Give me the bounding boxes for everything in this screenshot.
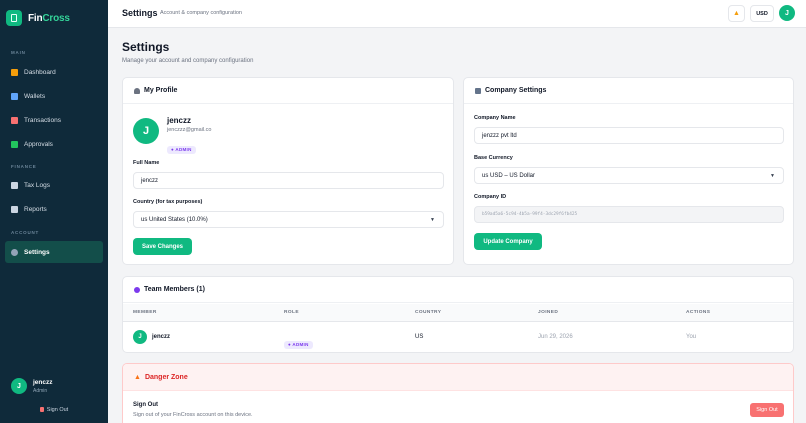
door-icon	[39, 407, 44, 412]
topbar: Settings Account & company configuration…	[108, 0, 806, 28]
company-name-value: jenzzz pvt ltd	[482, 132, 517, 139]
sidebar-item-tax-logs[interactable]: Tax Logs	[5, 174, 103, 196]
column-country: COUNTRY	[415, 310, 442, 315]
warning-icon: ▲	[134, 373, 141, 381]
company-card-header: Company Settings	[464, 78, 793, 104]
sidebar-item-label: Tax Logs	[24, 181, 51, 189]
clipboard-icon	[11, 181, 18, 189]
profile-name: jenczz	[167, 116, 192, 125]
full-name-value: jenczz	[141, 177, 159, 184]
sidebar-item-label: Settings	[24, 248, 50, 256]
profile-card-header: My Profile	[123, 78, 453, 104]
role-badge: ● ADMIN	[284, 340, 313, 349]
member-actions: You	[686, 334, 697, 340]
full-name-input[interactable]: jenczz	[133, 172, 444, 189]
header-subtitle: Account & company configuration	[160, 10, 242, 16]
update-company-button[interactable]: Update Company	[474, 233, 542, 250]
sidebar-item-label: Approvals	[24, 140, 53, 148]
dashboard-icon	[11, 68, 18, 76]
column-actions: ACTIONS	[686, 310, 711, 315]
sidebar-item-label: Transactions	[24, 116, 61, 124]
profile-heading: My Profile	[144, 87, 178, 94]
danger-heading: Danger Zone	[144, 373, 188, 381]
base-currency-select[interactable]: us USD – US Dollar ▼	[474, 167, 784, 184]
sidebar-item-reports[interactable]: Reports	[5, 198, 103, 220]
country-value: us United States (10.0%)	[141, 216, 208, 223]
sidebar-item-label: Wallets	[24, 92, 46, 100]
avatar: J	[11, 378, 27, 394]
sidebar-item-label: Reports	[24, 205, 47, 213]
sign-out-description: Sign out of your FinCross account on thi…	[133, 412, 253, 418]
chevron-down-icon: ▼	[770, 173, 775, 179]
team-card-header: Team Members (1)	[123, 277, 793, 303]
page-title: Settings	[122, 40, 170, 54]
company-id-label: Company ID	[474, 194, 507, 200]
company-card: Company Settings Company Name jenzzz pvt…	[463, 77, 794, 265]
gear-icon	[11, 248, 18, 256]
sidebar-item-label: Dashboard	[24, 68, 56, 76]
profile-card: My Profile J jenczz jenczzz@gmail.co ● A…	[122, 77, 454, 265]
team-heading: Team Members (1)	[144, 286, 205, 293]
sidebar-item-approvals[interactable]: Approvals	[5, 133, 103, 155]
country-select[interactable]: us United States (10.0%) ▼	[133, 211, 444, 228]
sidebar-user-role: Admin	[33, 387, 48, 394]
company-id-value: b59ad5a6-5c94-4b5a-99f4-3dc29f6fb425	[482, 212, 578, 217]
profile-email: jenczzz@gmail.co	[167, 127, 212, 133]
section-label-account: ACCOUNT	[11, 230, 40, 235]
sidebar-sign-out-button[interactable]: Sign Out	[0, 407, 108, 413]
company-name-input[interactable]: jenzzz pvt ltd	[474, 127, 784, 144]
chevron-down-icon: ▼	[430, 217, 435, 223]
page-subtitle: Manage your account and company configur…	[122, 58, 254, 64]
section-label-main: MAIN	[11, 50, 26, 55]
company-heading: Company Settings	[485, 87, 547, 94]
save-changes-button[interactable]: Save Changes	[133, 238, 192, 255]
column-joined: JOINED	[538, 310, 559, 315]
danger-zone-header: ▲ Danger Zone	[123, 364, 793, 391]
header-title: Settings	[122, 8, 158, 18]
notifications-button[interactable]: ▲	[728, 5, 745, 22]
section-label-finance: FINANCE	[11, 164, 37, 169]
team-icon	[134, 286, 140, 293]
building-icon	[475, 87, 481, 94]
sidebar-item-wallets[interactable]: Wallets	[5, 85, 103, 107]
sign-out-button[interactable]: Sign Out	[750, 403, 784, 417]
country-label: Country (for tax purposes)	[133, 199, 203, 205]
check-icon	[11, 140, 18, 148]
company-name-label: Company Name	[474, 115, 516, 121]
sidebar: FinCross MAIN Dashboard Wallets Transact…	[0, 0, 108, 423]
wallet-icon	[11, 92, 18, 100]
sidebar-item-dashboard[interactable]: Dashboard	[5, 61, 103, 83]
sidebar-item-settings[interactable]: Settings	[5, 241, 103, 263]
company-id-field: b59ad5a6-5c94-4b5a-99f4-3dc29f6fb425	[474, 206, 784, 223]
sidebar-user[interactable]: J jenczz Admin	[11, 378, 53, 394]
column-role: ROLE	[284, 310, 299, 315]
team-card: Team Members (1) MEMBER ROLE COUNTRY JOI…	[122, 276, 794, 353]
currency-button[interactable]: USD	[750, 5, 774, 22]
full-name-label: Full Name	[133, 160, 160, 166]
sign-out-title: Sign Out	[133, 402, 158, 408]
user-icon	[134, 87, 140, 94]
sign-out-label: Sign Out	[46, 407, 69, 413]
avatar: J	[133, 330, 147, 344]
base-currency-label: Base Currency	[474, 155, 513, 161]
base-currency-value: us USD – US Dollar	[482, 172, 536, 179]
danger-zone-card: ▲ Danger Zone Sign Out Sign out of your …	[122, 363, 794, 423]
member-country: US	[415, 334, 424, 340]
column-member: MEMBER	[133, 310, 157, 315]
wallet-card-icon	[6, 10, 22, 26]
table-header: MEMBER ROLE COUNTRY JOINED ACTIONS	[123, 304, 793, 322]
sidebar-item-transactions[interactable]: Transactions	[5, 109, 103, 131]
table-row: J jenczz ● ADMIN US Jun 29, 2026 You	[123, 323, 793, 352]
sidebar-user-name: jenczz	[33, 378, 53, 386]
brand-name: FinCross	[28, 12, 70, 24]
report-icon	[11, 205, 18, 213]
bell-icon: ▲	[733, 10, 740, 17]
avatar[interactable]: J	[779, 5, 795, 21]
role-badge: ● ADMIN	[167, 145, 196, 154]
brand[interactable]: FinCross	[0, 0, 108, 36]
member-joined: Jun 29, 2026	[538, 334, 573, 340]
profile-avatar: J	[133, 118, 159, 144]
member-name: jenczz	[152, 334, 171, 340]
transactions-icon	[11, 116, 18, 124]
